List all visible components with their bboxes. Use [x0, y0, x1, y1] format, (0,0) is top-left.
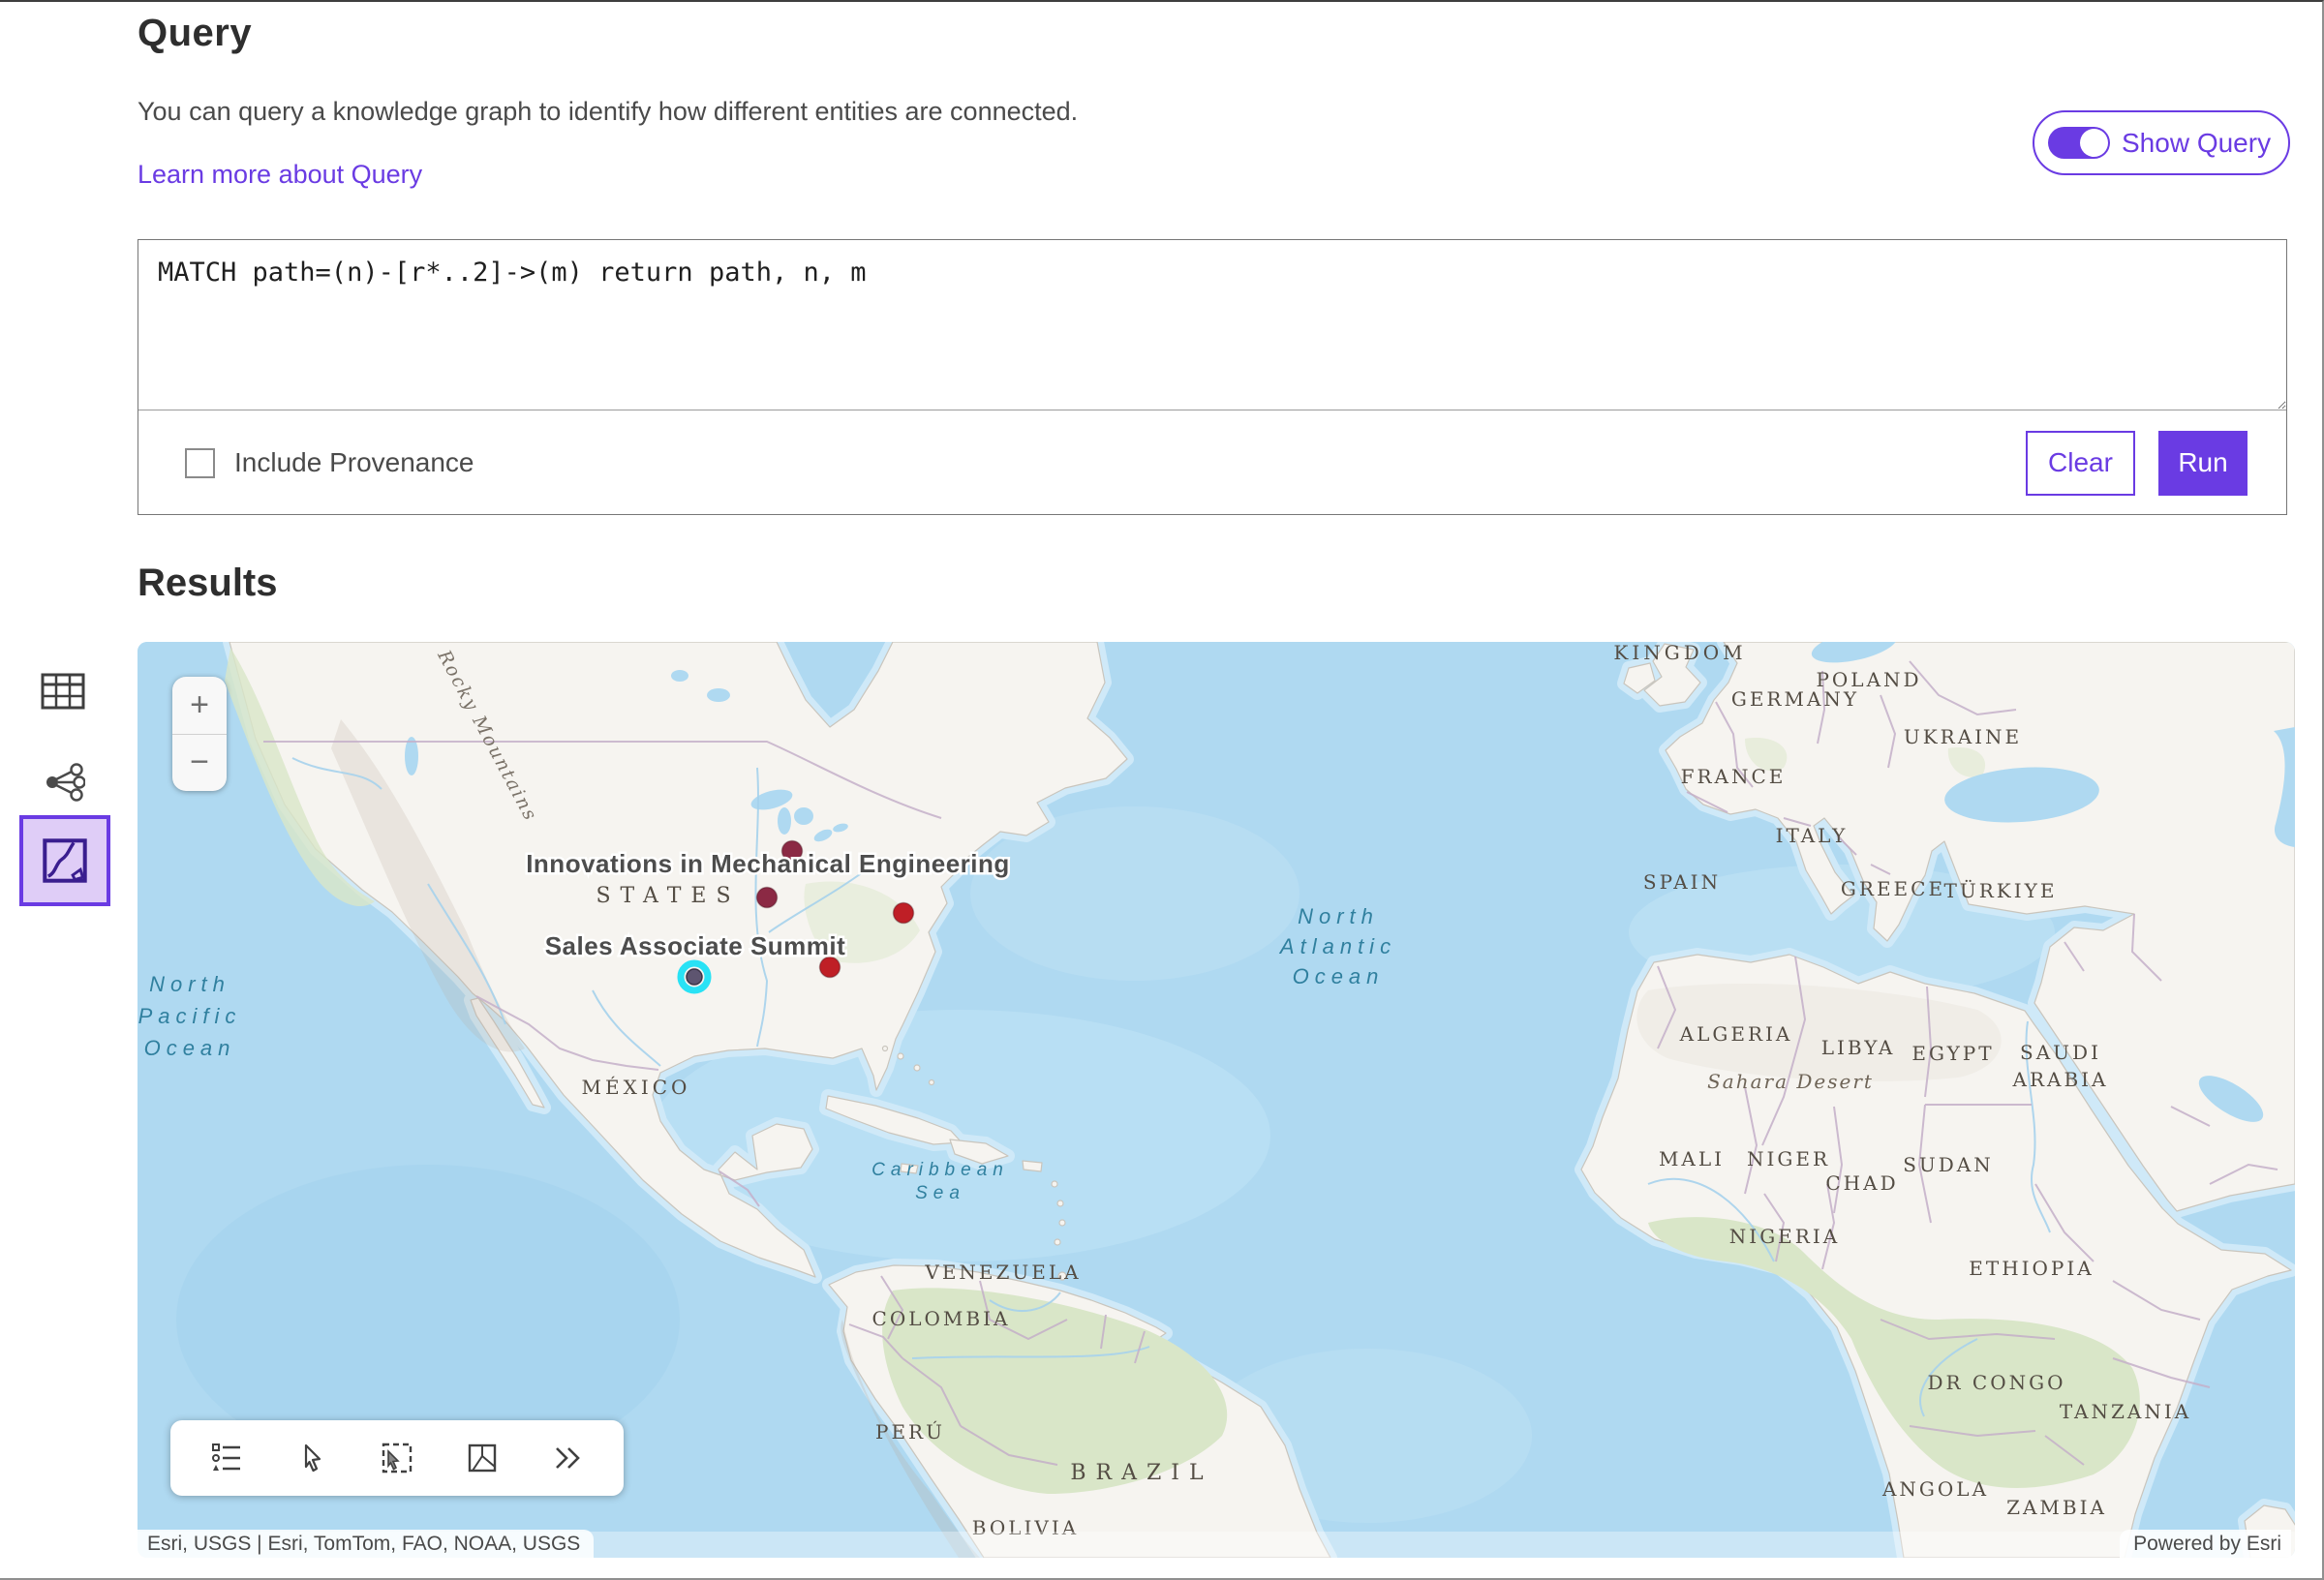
basemap-country-label: MALI — [1659, 1147, 1725, 1170]
basemap-ocean-label: Atlantic — [1278, 934, 1396, 958]
basemap-country-label: KINGDOM — [1613, 642, 1746, 664]
map-toolbar — [170, 1420, 624, 1496]
map-icon — [43, 838, 87, 883]
toggle-switch-icon[interactable] — [2048, 127, 2110, 159]
show-query-label: Show Query — [2122, 128, 2271, 159]
basemap-country-label: GREECE — [1841, 877, 1945, 900]
select-cursor-button[interactable] — [290, 1437, 333, 1479]
results-title: Results — [138, 562, 278, 605]
basemap-country-label: ANGOLA — [1881, 1477, 1989, 1501]
basemap-ocean-label: Ocean — [1293, 964, 1385, 988]
basemap-country-label: ARABIA — [2012, 1068, 2109, 1091]
basemap-country-label: COLOMBIA — [872, 1307, 1011, 1330]
basemap-country-label: SPAIN — [1643, 870, 1721, 894]
select-region-button[interactable] — [461, 1437, 504, 1479]
basemap-ocean-label: Sea — [915, 1183, 965, 1203]
expand-toolbar-button[interactable] — [546, 1437, 589, 1479]
page-description: You can query a knowledge graph to ident… — [138, 97, 1078, 127]
basemap-country-label: FRANCE — [1681, 765, 1787, 788]
zoom-out-button[interactable]: − — [172, 735, 227, 792]
basemap-country-label: VENEZUELA — [924, 1261, 1081, 1284]
basemap-country-label: CHAD — [1825, 1171, 1898, 1195]
basemap-country-label: EGYPT — [1911, 1042, 1994, 1065]
sahara-desert-label: Sahara Desert — [1707, 1070, 1874, 1093]
link-chart-view-button[interactable] — [45, 763, 85, 806]
zoom-control: + − — [172, 677, 227, 791]
powered-by-esri: Powered by Esri — [2120, 1530, 2291, 1558]
include-provenance-row[interactable]: Include Provenance — [185, 447, 474, 478]
basemap-country-label: LIBYA — [1821, 1036, 1896, 1059]
basemap-country-label: SAUDI — [2020, 1041, 2101, 1064]
basemap-country-label: SUDAN — [1903, 1153, 1994, 1176]
basemap-country-label: STATES — [596, 884, 740, 908]
basemap-country-label: BRAZIL — [1070, 1461, 1212, 1485]
include-provenance-checkbox[interactable] — [185, 448, 215, 478]
basemap-ocean-label: Pacific — [138, 1004, 242, 1028]
learn-more-link[interactable]: Learn more about Query — [138, 160, 422, 190]
result-marker[interactable] — [757, 888, 778, 908]
page-title: Query — [138, 12, 252, 55]
zoom-in-button[interactable]: + — [172, 677, 227, 734]
cursor-icon — [295, 1442, 328, 1474]
basemap-country-label: ZAMBIA — [2006, 1496, 2107, 1519]
basemap-ocean-label: North — [149, 972, 230, 996]
run-button[interactable]: Run — [2158, 431, 2248, 496]
basemap-country-label: ETHIOPIA — [1969, 1257, 2094, 1280]
basemap-ocean-label: North — [1298, 904, 1379, 928]
attribution-sources: Esri, USGS | Esri, TomTom, FAO, NOAA, US… — [138, 1530, 594, 1558]
map-view-button-selected[interactable] — [19, 815, 110, 906]
region-select-icon — [465, 1441, 500, 1475]
query-input[interactable]: MATCH path=(n)-[r*..2]->(m) return path,… — [138, 240, 2286, 410]
query-footer: Include Provenance Clear Run — [138, 410, 2286, 515]
legend-button[interactable] — [205, 1437, 248, 1479]
basemap-ocean-label: Ocean — [144, 1036, 236, 1060]
query-panel: MATCH path=(n)-[r*..2]->(m) return path,… — [138, 239, 2287, 515]
basemap-country-label: ALGERIA — [1679, 1022, 1793, 1046]
basemap-country-label: UKRAINE — [1904, 725, 2022, 748]
basemap-country-label: DR CONGO — [1927, 1371, 2065, 1394]
basemap-country-label: ITALY — [1776, 824, 1849, 847]
include-provenance-label: Include Provenance — [234, 447, 474, 478]
clear-button[interactable]: Clear — [2026, 431, 2135, 496]
double-chevron-right-icon — [550, 1441, 585, 1475]
result-marker-label: Innovations in Mechanical Engineering — [526, 849, 1010, 878]
basemap-country-label: PERÚ — [875, 1419, 945, 1443]
basemap-country-label: TÜRKIYE — [1944, 878, 2058, 902]
rectangle-select-icon — [379, 1440, 415, 1476]
selected-result-marker-center[interactable] — [687, 969, 702, 985]
result-marker-label: Sales Associate Summit — [545, 931, 846, 960]
basemap-country-label: TANZANIA — [2060, 1400, 2191, 1423]
basemap-country-label: GERMANY — [1731, 687, 1859, 711]
basemap-ocean-label: Caribbean — [872, 1160, 1009, 1180]
show-query-toggle[interactable]: Show Query — [2033, 110, 2290, 175]
select-by-rectangle-button[interactable] — [376, 1437, 418, 1479]
basemap-country-label: MÉXICO — [582, 1076, 691, 1099]
result-marker[interactable] — [894, 903, 914, 924]
legend-icon — [209, 1441, 244, 1475]
basemap-country-label: NIGER — [1747, 1147, 1830, 1170]
basemap-country-label: NIGERIA — [1729, 1225, 1840, 1248]
link-chart-icon — [45, 763, 85, 802]
table-icon — [41, 673, 85, 710]
table-view-button[interactable] — [41, 673, 85, 714]
